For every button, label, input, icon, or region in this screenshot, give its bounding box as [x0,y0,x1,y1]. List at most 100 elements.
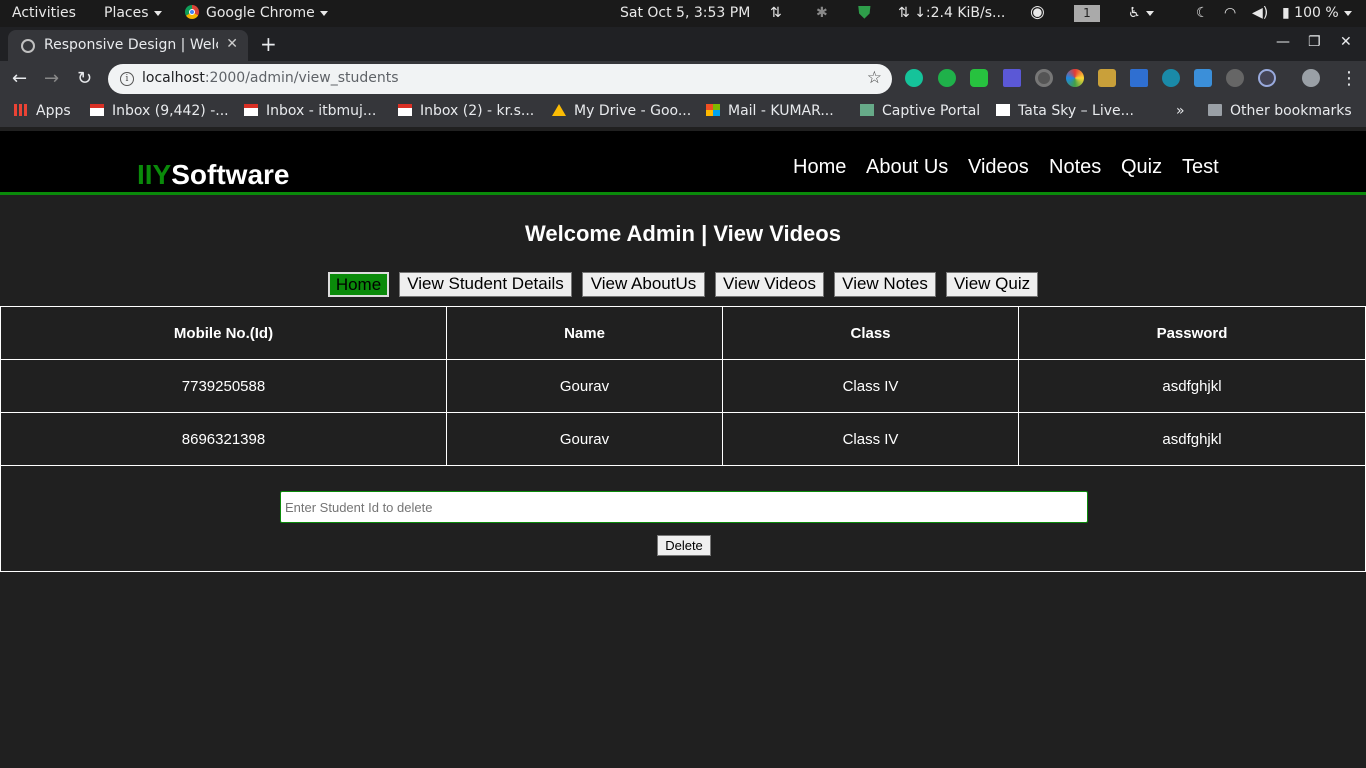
globe-extension-icon[interactable] [1162,69,1180,87]
chrome-icon [185,5,199,19]
column-header-password: Password [1018,306,1366,360]
discord-icon[interactable]: ◉ [1030,2,1045,22]
bookmark-gmail-2[interactable]: Inbox - itbmuj... [244,103,376,119]
logo-accent: IIY [137,159,172,190]
gray-extension-icon[interactable] [1226,69,1244,87]
profile-avatar[interactable] [1302,69,1320,87]
browser-toolbar: ← → ↻ i localhost:2000/admin/view_studen… [0,61,1366,97]
app-menu[interactable]: Google Chrome [185,5,328,21]
other-bookmarks[interactable]: Other bookmarks [1208,103,1352,119]
delete-button[interactable]: Delete [657,535,711,556]
view-aboutus-button[interactable]: View AboutUs [582,272,705,297]
nav-videos-link[interactable]: Videos [968,156,1029,179]
back-icon[interactable]: ← [12,68,27,89]
battery-indicator[interactable]: ▮ 100 % [1282,5,1339,21]
column-header-name: Name [446,306,723,360]
system-menu-chevron-icon[interactable] [1344,5,1352,21]
green-extension-icon[interactable] [970,69,988,87]
admin-home-button[interactable]: Home [328,272,389,297]
workspace-number: 1 [1074,5,1100,22]
more-bookmarks-icon[interactable]: » [1176,103,1185,119]
site-info-icon[interactable]: i [120,72,134,86]
minimize-window-icon[interactable]: — [1276,34,1290,50]
students-table: Mobile No.(Id) Name Class Password 77392… [0,306,1366,466]
volume-icon: ◀) [1252,5,1269,21]
bookmark-tata-sky[interactable]: Tata Sky – Live... [996,103,1134,119]
net-speed-indicator[interactable]: ⇅ ↓:2.4 KiB/s... [898,5,1005,21]
bookmark-label: Inbox (9,442) -... [112,103,229,119]
apps-icon [14,104,28,116]
bookmark-drive[interactable]: My Drive - Goo... [552,103,691,119]
g-extension-icon[interactable] [1194,69,1212,87]
nav-test-link[interactable]: Test [1182,156,1219,179]
clock[interactable]: Sat Oct 5, 3:53 PM [620,5,750,21]
net-speed-icon: ⇅ [898,5,915,21]
net-speed-text: ↓:2.4 KiB/s... [914,5,1006,21]
reload-icon[interactable]: ↻ [77,68,92,89]
gmail-icon [90,104,104,116]
url-path: :2000/admin/view_students [204,70,399,86]
network-activity-icon: ⇅ [770,5,782,21]
new-tab-button[interactable]: + [260,32,277,56]
screen-extension-icon[interactable] [1003,69,1021,87]
workspace-indicator[interactable]: 1 [1074,5,1100,22]
bookmark-star-icon[interactable]: ☆ [867,68,882,88]
chevron-down-icon [1145,10,1154,16]
nav-home-link[interactable]: Home [793,156,846,179]
view-videos-button[interactable]: View Videos [715,272,824,297]
chevron-down-icon [153,10,162,16]
page-title: Welcome Admin | View Videos [525,221,841,246]
bookmark-captive-portal[interactable]: Captive Portal [860,103,980,119]
delete-student-panel: Enter Student Id to delete Delete [0,465,1366,572]
bookmark-gmail-3[interactable]: Inbox (2) - kr.s... [398,103,534,119]
close-tab-icon[interactable]: ✕ [226,36,238,52]
cell-name: Gourav [446,412,723,466]
tab-title: Responsive Design | Welc [44,37,218,53]
nav-quiz-link[interactable]: Quiz [1121,156,1162,179]
bookmark-apps[interactable]: Apps [14,103,71,119]
browser-tab[interactable]: Responsive Design | Welc ✕ [8,30,248,61]
battery-icon: ▮ [1282,5,1295,21]
record-extension-icon[interactable] [1035,69,1053,87]
chrome-menu-icon[interactable]: ⋮ [1340,68,1358,89]
night-light-icon: ☾ [1196,5,1209,21]
view-quiz-button[interactable]: View Quiz [946,272,1038,297]
cell-mobile: 7739250588 [0,359,447,413]
grammarly-extension-icon[interactable] [905,69,923,87]
tool-extension-icon[interactable] [1098,69,1116,87]
view-student-details-button[interactable]: View Student Details [399,272,572,297]
nav-about-link[interactable]: About Us [866,156,948,179]
window-extension-icon[interactable] [1130,69,1148,87]
view-notes-button[interactable]: View Notes [834,272,936,297]
bookmark-label: My Drive - Goo... [574,103,692,119]
color-picker-extension-icon[interactable] [1066,69,1084,87]
cell-password: asdfghjkl [1018,412,1366,466]
drive-icon [552,104,566,116]
cell-name: Gourav [446,359,723,413]
address-bar[interactable]: i localhost:2000/admin/view_students ☆ [108,64,892,94]
url-host: localhost [142,70,205,86]
hand-extension-icon[interactable] [938,69,956,87]
bookmark-label: Mail - KUMAR... [728,103,834,119]
places-menu[interactable]: Places [104,5,162,21]
student-id-input[interactable]: Enter Student Id to delete [280,491,1088,523]
bookmark-label: Tata Sky – Live... [1018,103,1134,119]
logo-text: Software [171,159,290,190]
system-top-bar: Activities Places Google Chrome Sat Oct … [0,0,1366,27]
bluetooth-icon: ✱ [816,5,828,21]
vpn-shield-icon[interactable]: ⛊ [858,3,871,23]
bookmarks-bar: Apps Inbox (9,442) -... Inbox - itbmuj..… [0,97,1366,127]
bookmark-label: Captive Portal [882,103,981,119]
close-window-icon[interactable]: ✕ [1340,34,1352,50]
activities-button[interactable]: Activities [12,5,76,21]
gmail-icon [398,104,412,116]
other-bookmarks-label: Other bookmarks [1230,103,1352,119]
bookmark-mail[interactable]: Mail - KUMAR... [706,103,834,119]
forward-icon[interactable]: → [44,68,59,89]
restore-window-icon[interactable]: ❐ [1308,34,1321,50]
accessibility-menu[interactable]: ♿ [1128,5,1154,21]
bookmark-gmail-1[interactable]: Inbox (9,442) -... [90,103,229,119]
site-logo[interactable]: IIYSoftware [137,159,289,191]
nav-notes-link[interactable]: Notes [1049,156,1101,179]
react-extension-icon[interactable] [1258,69,1276,87]
